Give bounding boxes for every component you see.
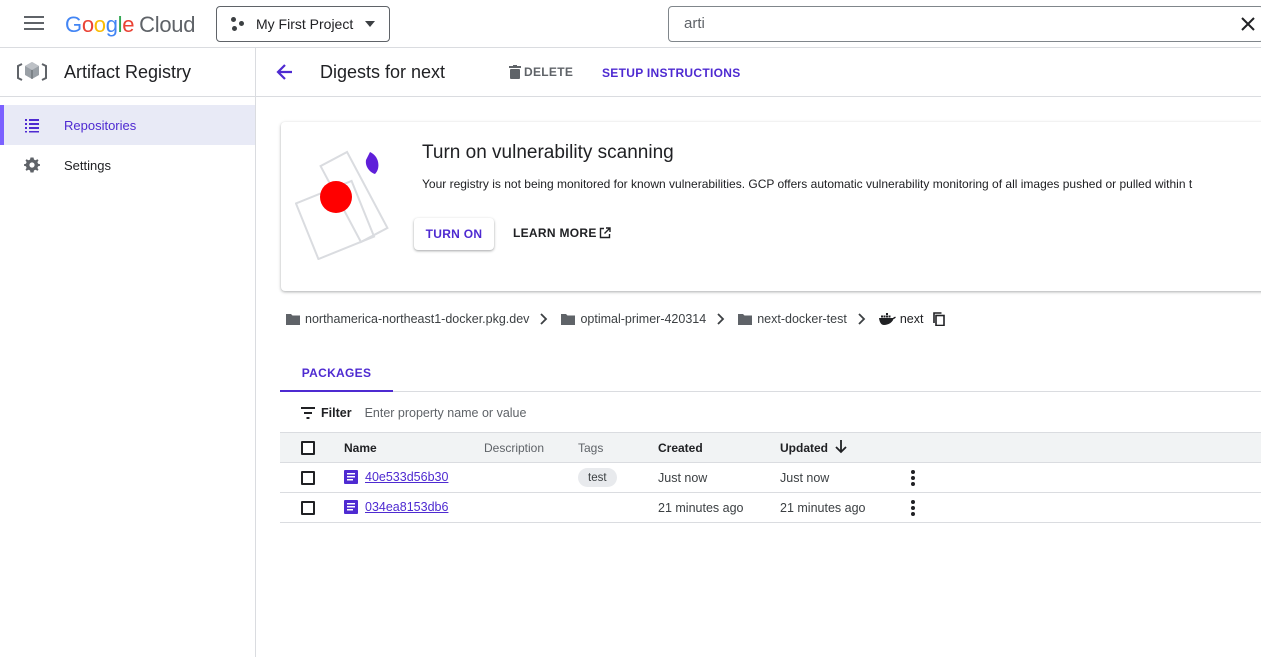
filter-input[interactable] — [364, 405, 865, 420]
created-cell: Just now — [658, 471, 708, 485]
sidebar-item-label: Repositories — [64, 117, 137, 133]
column-header-created[interactable]: Created — [658, 441, 703, 455]
breadcrumb-item[interactable]: northamerica-northeast1-docker.pkg.dev — [305, 312, 529, 326]
column-header-name[interactable]: Name — [344, 441, 377, 455]
document-icon — [344, 500, 358, 514]
breadcrumb: northamerica-northeast1-docker.pkg.dev o… — [286, 310, 946, 328]
delete-button[interactable]: DELETE — [509, 65, 573, 79]
vulnerability-scanning-banner: Turn on vulnerability scanning Your regi… — [281, 122, 1261, 291]
created-cell: 21 minutes ago — [658, 501, 744, 515]
sidebar: Artifact Registry Repositories Settings — [0, 48, 256, 657]
sidebar-item-label: Settings — [64, 157, 111, 173]
search-input[interactable] — [684, 15, 1204, 32]
back-arrow-icon[interactable] — [275, 62, 295, 82]
tag-chip: test — [578, 468, 617, 487]
filter-icon — [301, 406, 315, 419]
table-header-row: Name Description Tags Created Updated — [280, 433, 1261, 463]
sidebar-item-repositories[interactable]: Repositories — [0, 105, 255, 145]
folder-icon — [738, 314, 753, 325]
breadcrumb-current: next — [899, 312, 924, 326]
tab-bar: PACKAGES — [280, 355, 1261, 392]
sidebar-item-settings[interactable]: Settings — [0, 145, 255, 185]
search-box[interactable] — [668, 6, 1261, 42]
select-all-checkbox[interactable] — [301, 441, 315, 455]
external-link-icon — [599, 227, 611, 239]
column-header-description: Description — [484, 441, 545, 455]
column-header-tags: Tags — [578, 441, 604, 455]
google-cloud-logo[interactable]: Google Cloud — [65, 12, 195, 38]
project-name: My First Project — [256, 16, 354, 32]
breadcrumb-item[interactable]: next-docker-test — [757, 312, 847, 326]
table-row: 034ea8153db6 21 minutes ago 21 minutes a… — [280, 493, 1261, 523]
digest-link[interactable]: 034ea8153db6 — [344, 500, 448, 514]
page-title: Digests for next — [320, 62, 446, 82]
list-icon — [25, 119, 39, 133]
banner-title: Turn on vulnerability scanning — [422, 142, 674, 163]
turn-on-button[interactable]: TURN ON — [414, 218, 494, 250]
learn-more-label: LEARN MORE — [513, 226, 597, 240]
more-options-icon[interactable] — [909, 470, 917, 486]
project-icon — [231, 17, 245, 31]
project-selector[interactable]: My First Project — [216, 6, 390, 42]
folder-icon — [286, 314, 300, 325]
close-icon[interactable] — [1239, 15, 1257, 33]
chevron-right-icon — [540, 313, 548, 325]
digest-name: 034ea8153db6 — [365, 500, 449, 514]
digest-link[interactable]: 40e533d56b30 — [344, 470, 448, 484]
setup-instructions-button[interactable]: SETUP INSTRUCTIONS — [602, 66, 741, 80]
page-header: Digests for next DELETE SETUP INSTRUCTIO… — [256, 48, 1261, 97]
top-bar: Google Cloud My First Project — [0, 0, 1261, 48]
digest-name: 40e533d56b30 — [365, 470, 449, 484]
sidebar-header: Artifact Registry — [0, 48, 255, 97]
trash-icon — [509, 65, 521, 79]
chevron-right-icon — [858, 313, 866, 325]
column-header-updated[interactable]: Updated — [780, 441, 828, 455]
hamburger-menu-icon[interactable] — [24, 16, 44, 32]
packages-table: Name Description Tags Created Updated 40… — [280, 433, 1261, 523]
tab-packages[interactable]: PACKAGES — [280, 355, 393, 392]
row-checkbox[interactable] — [301, 501, 315, 515]
gear-icon — [24, 157, 40, 173]
artifact-registry-icon — [17, 62, 47, 81]
learn-more-link[interactable]: LEARN MORE — [513, 226, 611, 240]
copy-icon[interactable] — [932, 312, 946, 326]
chevron-down-icon — [365, 21, 375, 27]
logo-cloud-text: Cloud — [139, 12, 196, 37]
filter-bar: Filter — [280, 393, 1261, 433]
updated-cell: Just now — [780, 471, 830, 485]
docker-icon — [878, 313, 896, 325]
sort-descending-icon[interactable] — [835, 440, 847, 454]
folder-icon — [561, 314, 576, 325]
table-row: 40e533d56b30 test Just now Just now — [280, 463, 1261, 493]
filter-label: Filter — [321, 405, 352, 420]
more-options-icon[interactable] — [909, 500, 917, 516]
chevron-right-icon — [717, 313, 725, 325]
banner-description: Your registry is not being monitored for… — [422, 177, 1193, 191]
breadcrumb-item[interactable]: optimal-primer-420314 — [580, 312, 706, 326]
document-icon — [344, 470, 358, 484]
updated-cell: 21 minutes ago — [780, 501, 866, 515]
delete-label: DELETE — [524, 65, 574, 79]
row-checkbox[interactable] — [301, 471, 315, 485]
scanning-illustration — [295, 150, 389, 260]
sidebar-title: Artifact Registry — [64, 61, 192, 82]
